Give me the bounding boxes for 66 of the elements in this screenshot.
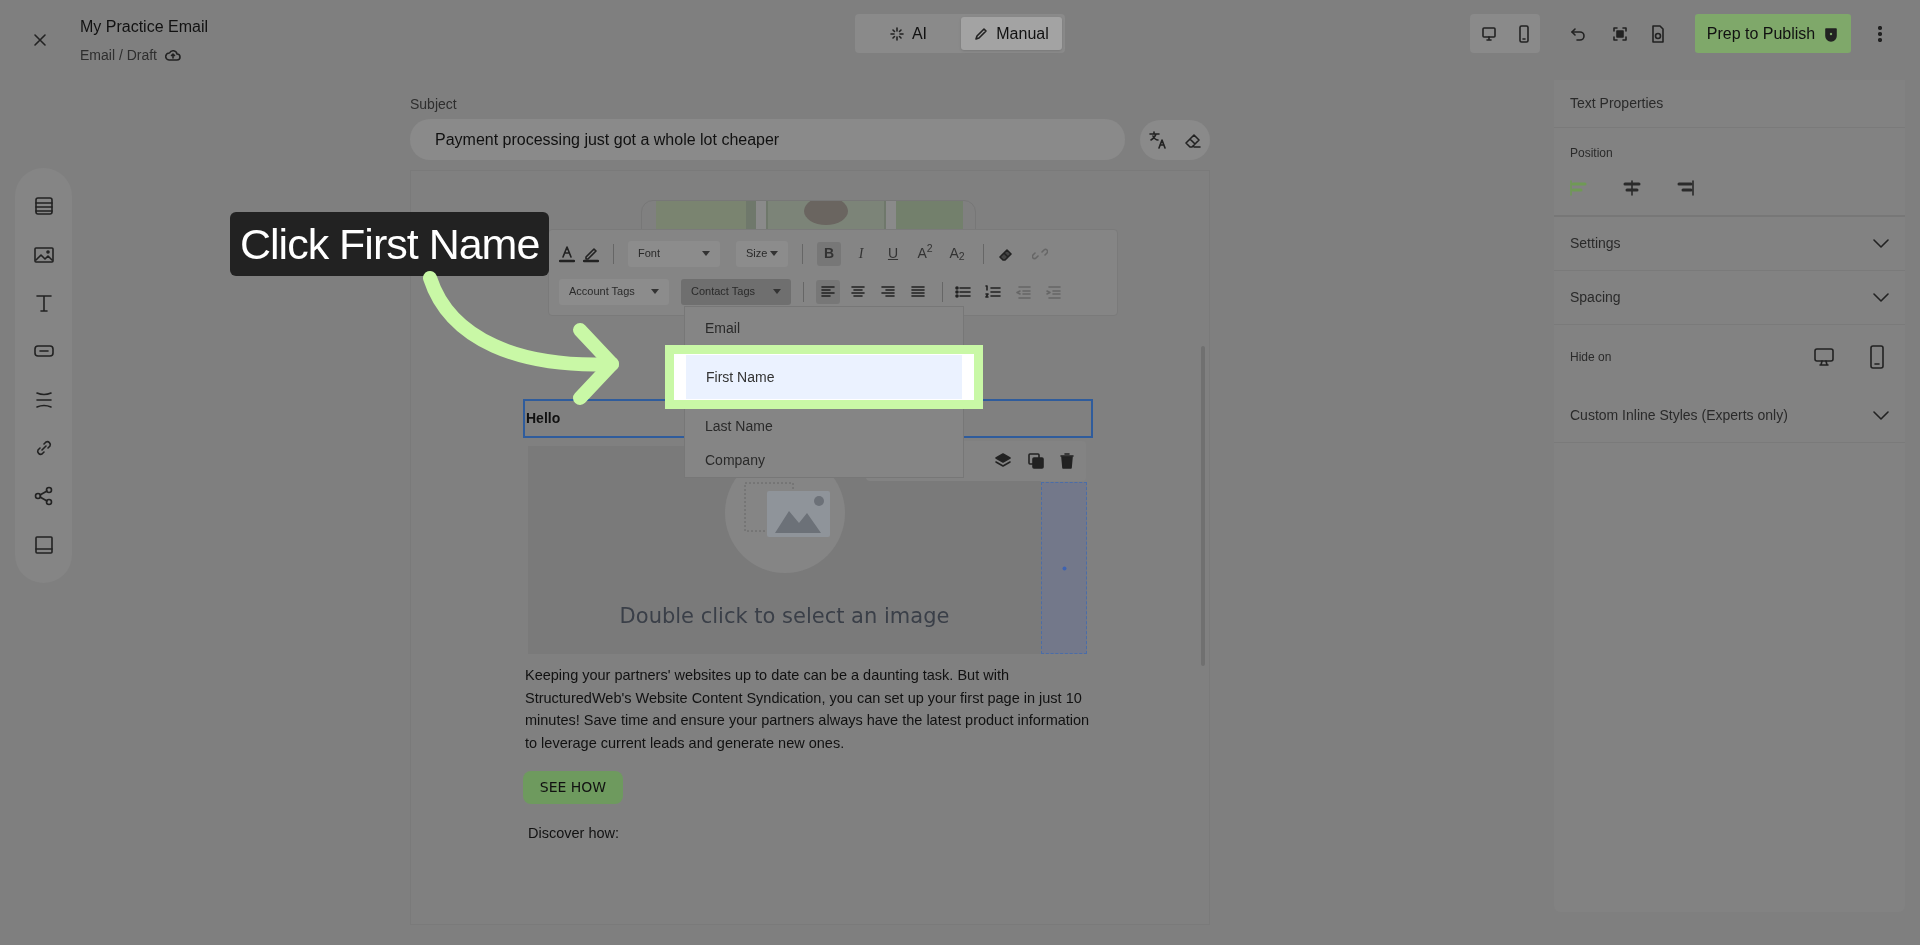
panel-title: Text Properties — [1554, 80, 1905, 128]
duplicate-icon[interactable] — [1028, 453, 1044, 469]
align-right-icon[interactable] — [1676, 180, 1694, 196]
numbered-list-icon[interactable] — [985, 283, 1001, 300]
superscript-button[interactable]: A$^{2}$ — [913, 241, 937, 266]
desktop-icon[interactable] — [1480, 25, 1497, 42]
footer-text: Discover how: — [528, 824, 621, 843]
translate-icon[interactable] — [1148, 130, 1168, 149]
mobile-icon[interactable] — [1517, 24, 1530, 43]
breadcrumb: Email / Draft — [80, 45, 157, 65]
close-icon[interactable] — [33, 33, 47, 47]
account-tags-select[interactable]: Account Tags — [559, 278, 669, 305]
hide-on-label: Hide on — [1570, 348, 1613, 366]
menu-item[interactable]: First Name — [686, 355, 962, 399]
email-title: My Practice Email — [80, 16, 209, 37]
subscript-button[interactable]: A$_{2}$ — [945, 241, 969, 266]
bullet-list-icon[interactable] — [955, 283, 971, 300]
placeholder-caption: Double click to select an image — [619, 602, 950, 630]
align-center-icon — [850, 283, 866, 300]
position-label: Position — [1570, 145, 1614, 162]
align-left-button[interactable] — [816, 279, 840, 304]
text-color-icon[interactable] — [559, 244, 575, 263]
mode-tab[interactable]: AI — [858, 17, 959, 50]
bold-button[interactable]: B — [817, 241, 841, 266]
align-right-icon — [880, 283, 896, 300]
caret-icon — [702, 251, 710, 256]
subject-label: Subject — [410, 95, 458, 111]
italic-button[interactable]: I — [849, 241, 873, 266]
cta-button[interactable]: SEE HOW — [523, 771, 623, 804]
rows-icon[interactable] — [32, 195, 55, 218]
mode-tab[interactable]: Manual — [961, 17, 1062, 50]
share-icon[interactable] — [32, 485, 55, 508]
subject-field[interactable]: Payment processing just got a whole lot cheaper — [410, 119, 1125, 160]
section-header[interactable]: Custom Inline Styles (Experts only) — [1554, 389, 1905, 443]
cloud-icon — [165, 49, 181, 61]
chevron-down-icon — [1873, 410, 1889, 421]
undo-icon[interactable] — [1570, 26, 1586, 42]
section-header[interactable]: Spacing — [1554, 271, 1905, 325]
align-justify-icon — [910, 283, 926, 300]
caret-icon — [773, 289, 781, 294]
chevron-down-icon — [1873, 238, 1889, 249]
more-icon[interactable] — [1878, 26, 1882, 42]
align-center-icon[interactable] — [1623, 180, 1641, 196]
body-paragraph: Keeping your partners' websites up to date can be a daunting task. But with StructuredWeb's Website Content Syndication, you can set up your first page in just 10 minutes! Save time and ensure your partners always have the latest product information to leverage current leads and generate new ones. — [525, 666, 1091, 753]
fit-screen-icon[interactable] — [1612, 26, 1628, 42]
desktop-icon[interactable] — [1813, 345, 1835, 368]
footer-icon[interactable] — [32, 533, 55, 556]
menu-item[interactable]: Email — [685, 311, 963, 345]
align-left-icon — [820, 283, 836, 300]
layers-icon[interactable] — [994, 452, 1012, 470]
size-select[interactable]: Size — [736, 240, 788, 267]
section-header[interactable]: Settings — [1554, 217, 1905, 271]
drop-dot-icon — [1061, 565, 1067, 571]
preview-icon[interactable] — [1650, 25, 1666, 43]
underline-button[interactable]: U — [881, 241, 905, 266]
pencil-icon — [974, 26, 989, 41]
chevron-down-icon — [1873, 292, 1889, 303]
sparkle-icon — [889, 26, 904, 41]
menu-item[interactable]: Company — [685, 443, 963, 477]
tutorial-callout: Click First Name — [230, 212, 550, 276]
font-select[interactable]: Font — [628, 240, 720, 267]
publish-button[interactable]: Prep to Publish — [1695, 14, 1851, 53]
mobile-icon[interactable] — [1869, 344, 1885, 369]
caret-icon — [651, 289, 659, 294]
trash-icon[interactable] — [1060, 453, 1074, 469]
contact-tags-select[interactable]: Contact Tags — [681, 278, 791, 305]
